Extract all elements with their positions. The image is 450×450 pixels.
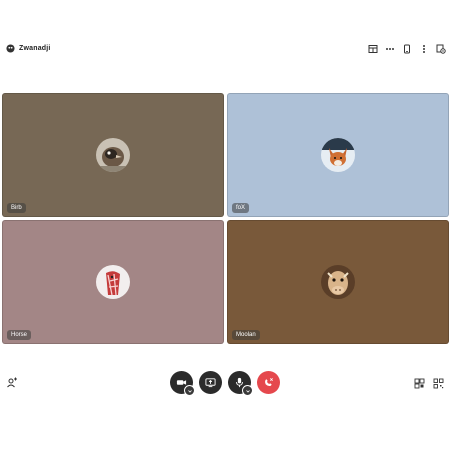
grid-view-button[interactable]	[414, 376, 425, 389]
participant-tile-moolan[interactable]: Moolan	[227, 220, 449, 344]
horse-photo	[96, 265, 130, 299]
grid-view-icon	[414, 378, 425, 389]
participant-avatar	[96, 138, 130, 172]
participant-tile-birb[interactable]: Birb	[2, 93, 224, 217]
more-icon[interactable]	[384, 43, 395, 54]
microphone-button[interactable]	[228, 371, 253, 396]
header-actions	[367, 43, 446, 54]
participant-name: Horse	[7, 330, 32, 340]
fox-photo	[321, 138, 355, 172]
participant-name: Moolan	[232, 330, 260, 340]
settings-button[interactable]	[433, 376, 444, 389]
participant-name: Birb	[7, 203, 26, 213]
participant-avatar	[96, 265, 130, 299]
call-controls	[170, 371, 280, 396]
extra-controls	[414, 376, 444, 389]
participant-name: foX	[232, 203, 250, 213]
room-header[interactable]: Zwanadji	[6, 44, 51, 53]
camera-button[interactable]	[170, 371, 195, 396]
cow-photo	[321, 265, 355, 299]
participant-tile-fox[interactable]: foX	[227, 93, 449, 217]
hangup-button[interactable]	[257, 371, 280, 394]
participants-panel-button[interactable]	[6, 376, 18, 388]
people-icon	[7, 377, 17, 388]
room-name: Zwanadji	[19, 45, 51, 52]
participant-avatar	[321, 265, 355, 299]
settings-icon[interactable]	[435, 43, 446, 54]
camera-options-chevron-icon[interactable]	[184, 385, 195, 396]
overflow-icon[interactable]	[418, 43, 429, 54]
device-icon[interactable]	[401, 43, 412, 54]
bird-photo	[96, 138, 130, 172]
microphone-options-chevron-icon[interactable]	[242, 385, 253, 396]
room-avatar-icon	[6, 44, 15, 53]
participant-grid: Birb foX Horse Moolan	[2, 93, 449, 346]
screenshare-button[interactable]	[199, 371, 222, 394]
participant-avatar	[321, 138, 355, 172]
qr-icon	[433, 378, 444, 389]
screenshare-icon	[205, 378, 216, 388]
layout-icon[interactable]	[367, 43, 378, 54]
hangup-icon	[265, 378, 273, 386]
top-bar: Zwanadji	[0, 40, 450, 62]
participant-tile-horse[interactable]: Horse	[2, 220, 224, 344]
bottom-bar	[0, 370, 450, 396]
